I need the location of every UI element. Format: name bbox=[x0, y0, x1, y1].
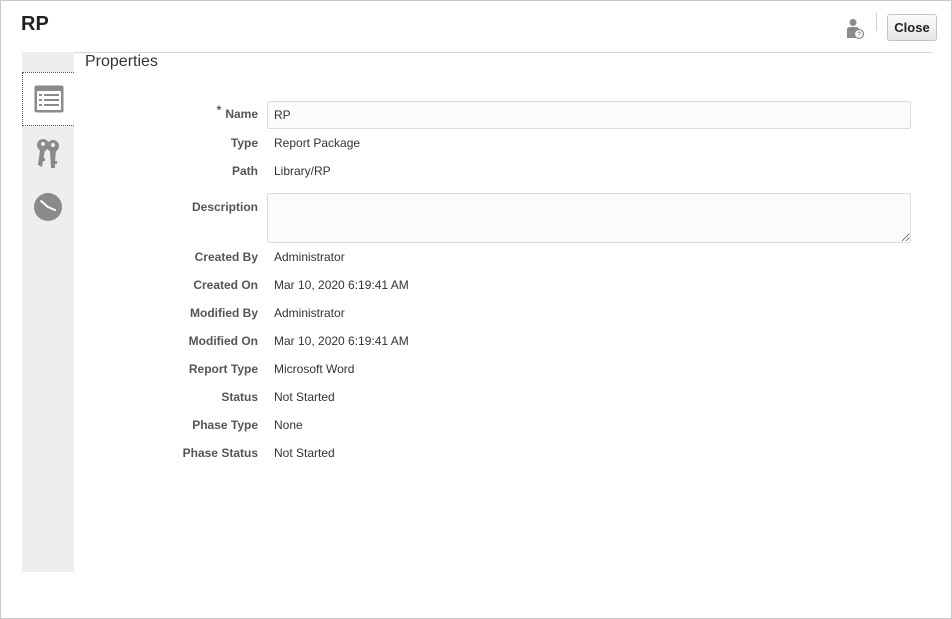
svg-text:?: ? bbox=[857, 32, 861, 39]
required-marker: * bbox=[216, 103, 222, 117]
dialog-title: RP bbox=[21, 13, 49, 35]
tab-history[interactable] bbox=[22, 180, 74, 234]
modified-by-label: Modified By bbox=[190, 306, 258, 320]
name-label-text: Name bbox=[225, 107, 258, 121]
keys-icon bbox=[34, 137, 62, 169]
modified-by-value: Administrator bbox=[274, 306, 345, 320]
properties-dialog: RP ? Close Properties * Name RP Type Rep… bbox=[0, 0, 952, 619]
status-value: Not Started bbox=[274, 390, 335, 404]
path-label: Path bbox=[231, 164, 258, 178]
user-help-icon[interactable]: ? bbox=[845, 18, 865, 40]
created-on-value: Mar 10, 2020 6:19:41 AM bbox=[274, 278, 409, 292]
type-label: Type bbox=[230, 136, 258, 150]
header-divider bbox=[74, 52, 932, 53]
section-title: Properties bbox=[85, 53, 158, 70]
modified-on-label: Modified On bbox=[188, 334, 258, 348]
created-by-value: Administrator bbox=[274, 250, 345, 264]
phase-status-label: Phase Status bbox=[182, 446, 258, 460]
tab-access[interactable] bbox=[22, 126, 74, 180]
modified-on-value: Mar 10, 2020 6:19:41 AM bbox=[274, 334, 409, 348]
description-label: Description bbox=[191, 200, 258, 214]
name-label: * Name bbox=[217, 103, 258, 121]
phase-status-value: Not Started bbox=[274, 446, 335, 460]
report-type-value: Microsoft Word bbox=[274, 362, 355, 376]
type-value: Report Package bbox=[274, 136, 361, 150]
path-value: Library/RP bbox=[274, 164, 331, 178]
properties-list-icon bbox=[34, 85, 64, 113]
phase-type-label: Phase Type bbox=[192, 418, 258, 432]
tab-properties[interactable] bbox=[22, 72, 74, 126]
description-textarea[interactable] bbox=[267, 193, 911, 243]
created-by-label: Created By bbox=[194, 250, 258, 264]
close-button[interactable]: Close bbox=[887, 14, 937, 41]
toolbar-separator bbox=[876, 13, 877, 31]
report-type-label: Report Type bbox=[188, 362, 258, 376]
status-label: Status bbox=[221, 390, 258, 404]
vertical-tab-bar bbox=[22, 52, 74, 572]
phase-type-value: None bbox=[274, 418, 303, 432]
clock-icon bbox=[33, 192, 63, 222]
name-input[interactable] bbox=[267, 101, 911, 129]
created-on-label: Created On bbox=[193, 278, 258, 292]
